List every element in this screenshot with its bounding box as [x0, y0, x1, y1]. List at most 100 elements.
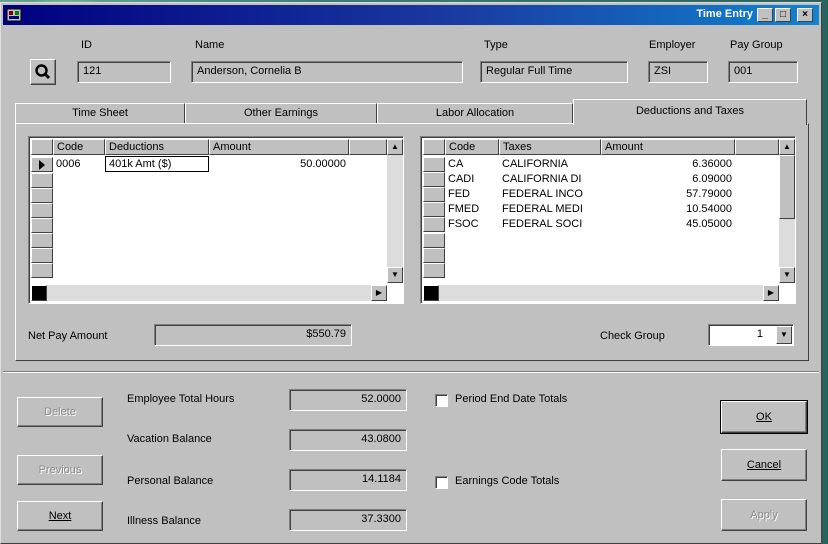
row-selector[interactable]	[31, 173, 53, 188]
check-group-select[interactable]: 1 ▼	[708, 324, 794, 346]
vacation-label: Vacation Balance	[127, 433, 212, 445]
row-selector[interactable]	[31, 248, 53, 263]
next-button[interactable]: Next	[17, 501, 103, 531]
minimize-button[interactable]: _	[757, 8, 773, 22]
paygroup-field[interactable]: 001	[728, 61, 798, 83]
cell-code[interactable]: CA	[445, 157, 499, 172]
scroll-down-arrow-icon[interactable]: ▼	[387, 267, 403, 283]
tab-other-earnings[interactable]: Other Earnings	[185, 103, 377, 123]
col-header-code[interactable]: Code	[53, 139, 105, 155]
cancel-button[interactable]: Cancel	[721, 449, 807, 481]
total-hours-field[interactable]: 52.0000	[289, 389, 407, 411]
row-selector[interactable]	[31, 218, 53, 233]
taxes-grid[interactable]: Code Taxes Amount CA CALIFORNIA 6.36000 …	[420, 136, 796, 304]
table-row[interactable]: FSOC FEDERAL SOCI 45.05000	[421, 217, 777, 232]
col-header-deductions[interactable]: Deductions	[105, 139, 209, 155]
cell-code[interactable]: CADI	[445, 172, 499, 187]
chevron-down-icon[interactable]: ▼	[776, 326, 792, 344]
personal-field[interactable]: 14.1184	[289, 469, 407, 491]
delete-button[interactable]: Delete	[17, 397, 103, 427]
row-selector[interactable]	[31, 263, 53, 278]
row-selector[interactable]	[423, 157, 445, 172]
previous-button[interactable]: Previous	[17, 455, 103, 485]
period-end-totals-checkbox[interactable]	[435, 394, 448, 407]
cell-deduction[interactable]: 401k Amt ($)	[105, 156, 209, 172]
vertical-scrollbar[interactable]: ▲ ▼	[387, 139, 403, 283]
col-header-amount[interactable]: Amount	[601, 139, 735, 155]
earnings-code-totals-label[interactable]: Earnings Code Totals	[455, 475, 559, 487]
cell-code[interactable]: FSOC	[445, 217, 499, 232]
row-selector[interactable]	[31, 157, 53, 172]
row-selector[interactable]	[31, 233, 53, 248]
tab-labor-allocation[interactable]: Labor Allocation	[377, 103, 573, 123]
row-selector[interactable]	[423, 202, 445, 217]
type-label: Type	[484, 39, 508, 51]
vacation-field[interactable]: 43.0800	[289, 429, 407, 451]
cell-tax[interactable]: CALIFORNIA DI	[499, 172, 601, 187]
scroll-up-arrow-icon[interactable]: ▲	[779, 139, 795, 155]
period-end-totals-label[interactable]: Period End Date Totals	[455, 393, 567, 405]
cell-amount[interactable]: 10.54000	[601, 202, 735, 217]
illness-field[interactable]: 37.3300	[289, 509, 407, 531]
net-pay-label: Net Pay Amount	[28, 330, 108, 342]
row-selector[interactable]	[423, 172, 445, 187]
row-selector[interactable]	[423, 217, 445, 232]
scroll-thumb[interactable]	[779, 155, 795, 219]
cell-code[interactable]: FMED	[445, 202, 499, 217]
cell-amount[interactable]: 6.36000	[601, 157, 735, 172]
title-bar[interactable]: Time Entry _ □ ×	[3, 5, 819, 25]
cell-code[interactable]: 0006	[53, 157, 105, 172]
table-row[interactable]: FMED FEDERAL MEDI 10.54000	[421, 202, 777, 217]
tab-time-sheet[interactable]: Time Sheet	[15, 103, 185, 123]
tab-deductions-and-taxes[interactable]: Deductions and Taxes	[573, 99, 807, 125]
cell-tax[interactable]: FEDERAL MEDI	[499, 202, 601, 217]
lookup-button[interactable]	[30, 59, 56, 85]
table-row[interactable]: 0006 401k Amt ($) 50.00000	[29, 156, 389, 172]
cell-amount[interactable]: 45.05000	[601, 217, 735, 232]
deductions-taxes-panel: Code Deductions Amount 0006 401k Amt ($)…	[15, 123, 809, 361]
col-header-code[interactable]: Code	[445, 139, 499, 155]
row-selector[interactable]	[423, 263, 445, 278]
horizontal-scrollbar[interactable]: ▶	[423, 285, 779, 301]
scroll-right-arrow-icon[interactable]: ▶	[371, 285, 387, 301]
cell-tax[interactable]: FEDERAL INCO	[499, 187, 601, 202]
table-row[interactable]: CADI CALIFORNIA DI 6.09000	[421, 172, 777, 187]
scroll-up-arrow-icon[interactable]: ▲	[387, 139, 403, 155]
scroll-down-arrow-icon[interactable]: ▼	[779, 267, 795, 283]
row-selector[interactable]	[31, 188, 53, 203]
scroll-right-arrow-icon[interactable]: ▶	[763, 285, 779, 301]
deductions-grid[interactable]: Code Deductions Amount 0006 401k Amt ($)…	[28, 136, 404, 304]
cell-code[interactable]: FED	[445, 187, 499, 202]
grid-corner	[31, 139, 53, 155]
apply-button[interactable]: Apply	[721, 499, 807, 531]
table-row[interactable]: FED FEDERAL INCO 57.79000	[421, 187, 777, 202]
scroll-left-arrow-icon[interactable]	[423, 285, 439, 301]
name-field[interactable]: Anderson, Cornelia B	[191, 61, 463, 83]
cell-tax[interactable]: FEDERAL SOCI	[499, 217, 601, 232]
employer-field[interactable]: ZSI	[648, 61, 708, 83]
time-entry-window: Time Entry _ □ × ID 121 Name Anderson, C…	[0, 2, 822, 544]
earnings-code-totals-checkbox[interactable]	[435, 476, 448, 489]
ok-button[interactable]: OK	[721, 401, 807, 433]
scroll-left-arrow-icon[interactable]	[31, 285, 47, 301]
check-group-value: 1	[756, 328, 763, 340]
col-header-taxes[interactable]: Taxes	[499, 139, 601, 155]
cell-tax[interactable]: CALIFORNIA	[499, 157, 601, 172]
row-selector[interactable]	[423, 248, 445, 263]
row-selector[interactable]	[423, 233, 445, 248]
cell-amount[interactable]: 50.00000	[209, 157, 349, 172]
cell-amount[interactable]: 57.79000	[601, 187, 735, 202]
row-selector[interactable]	[31, 203, 53, 218]
vertical-scrollbar[interactable]: ▲ ▼	[779, 139, 795, 283]
col-header-amount[interactable]: Amount	[209, 139, 349, 155]
horizontal-scrollbar[interactable]: ▶	[31, 285, 387, 301]
maximize-button[interactable]: □	[775, 8, 791, 22]
row-selector[interactable]	[423, 187, 445, 202]
table-row[interactable]: CA CALIFORNIA 6.36000	[421, 157, 777, 172]
net-pay-field[interactable]: $550.79	[154, 324, 352, 346]
close-button[interactable]: ×	[797, 8, 813, 22]
illness-label: Illness Balance	[127, 515, 201, 527]
id-field[interactable]: 121	[77, 61, 171, 83]
cell-amount[interactable]: 6.09000	[601, 172, 735, 187]
type-field[interactable]: Regular Full Time	[480, 61, 628, 83]
